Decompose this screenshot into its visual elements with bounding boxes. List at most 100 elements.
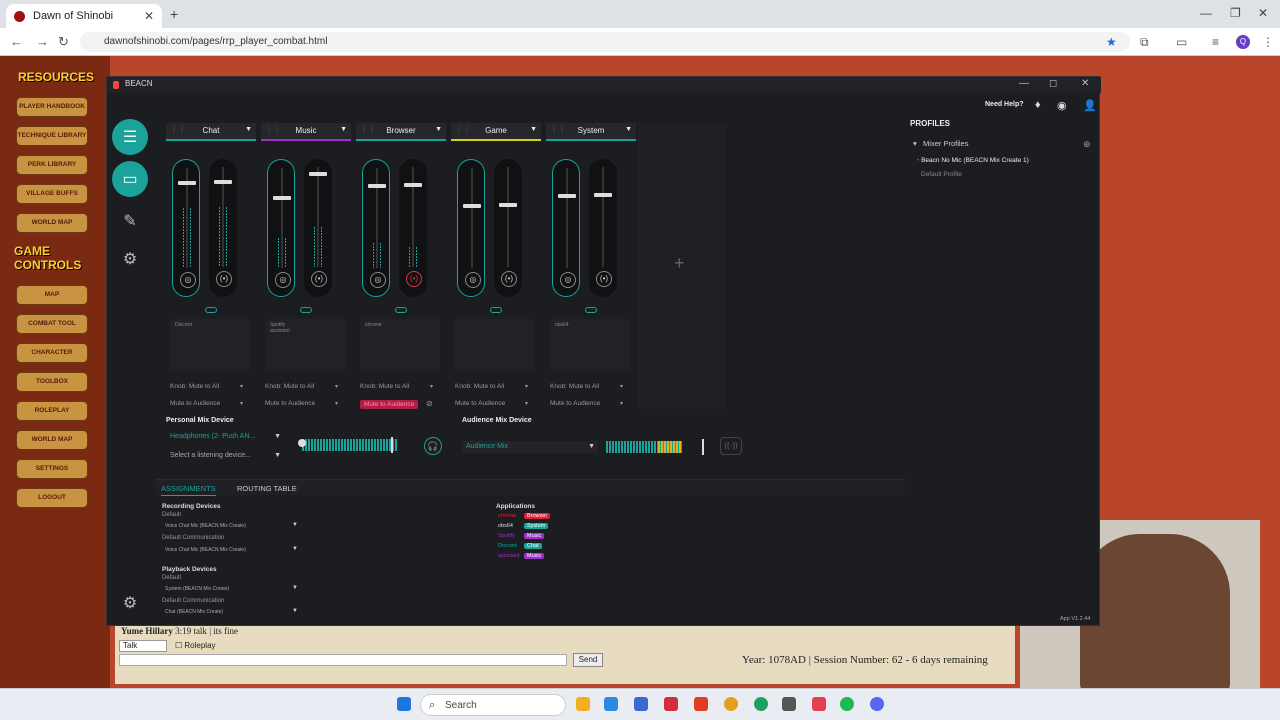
personal-fader[interactable]: ◎ <box>267 159 295 297</box>
link-icon[interactable] <box>395 307 407 313</box>
knob-option-select[interactable]: Knob: Mute to All ▾ <box>170 383 243 390</box>
beacn-minimize-icon[interactable]: — <box>1019 78 1029 89</box>
channel-header[interactable]: ⋮⋮ Game ▼ <box>451 123 541 139</box>
fader-knob[interactable] <box>558 194 576 198</box>
play-default-select[interactable]: System (BEACN Mix Create) ▼ <box>162 584 300 594</box>
res-item[interactable]: WORLD MAP <box>16 213 88 233</box>
tab-assignments[interactable]: ASSIGNMENTS <box>161 484 216 496</box>
nav-devices-icon[interactable]: ▭ <box>112 161 148 197</box>
broadcast-icon[interactable]: (•) <box>216 271 232 287</box>
drag-handle-icon[interactable]: ⋮⋮ <box>360 125 376 134</box>
broadcast-icon[interactable]: ((·)) <box>720 437 742 455</box>
res-item[interactable]: PERK LIBRARY <box>16 155 88 175</box>
application-row[interactable]: assistant Music <box>498 553 545 559</box>
profile-avatar[interactable]: Q <box>1236 35 1250 49</box>
add-channel-button[interactable]: + <box>638 123 726 409</box>
application-row[interactable]: obs64 System <box>498 523 549 529</box>
send-button[interactable]: Send <box>573 653 603 667</box>
fader-knob[interactable] <box>309 172 327 176</box>
fader-knob[interactable] <box>214 180 232 184</box>
tab-routing-table[interactable]: ROUTING TABLE <box>237 484 297 493</box>
audience-device-select[interactable]: Audience Mix ▼ <box>462 441 598 453</box>
mute-option-select[interactable]: Mute to Audience ▾ <box>170 400 243 407</box>
maximize-icon[interactable]: ❐ <box>1230 6 1241 20</box>
nav-settings-icon[interactable]: ⚙ <box>112 241 148 277</box>
store-icon[interactable] <box>634 697 648 711</box>
nav-edit-icon[interactable]: ✎ <box>112 203 148 239</box>
discord-icon[interactable]: ◉ <box>1057 99 1067 112</box>
channel-header[interactable]: ⋮⋮ Chat ▼ <box>166 123 256 139</box>
knob-option-select[interactable]: Knob: Mute to All ▾ <box>550 383 623 390</box>
chevron-down-icon[interactable]: ▼ <box>625 126 632 133</box>
ctl-item[interactable]: ROLEPLAY <box>16 401 88 421</box>
link-icon[interactable] <box>490 307 502 313</box>
broadcast-icon[interactable]: (•) <box>311 271 327 287</box>
copilot-icon[interactable] <box>604 697 618 711</box>
back-icon[interactable]: ← <box>10 34 23 49</box>
channel-header[interactable]: ⋮⋮ Browser ▼ <box>356 123 446 139</box>
spotify-icon[interactable] <box>840 697 854 711</box>
mute-option-select[interactable]: Mute to Audience ▾ <box>455 400 528 407</box>
application-row[interactable]: Discord Chat <box>498 543 542 549</box>
mute-option-select[interactable]: Mute to Audience ▾ <box>550 400 623 407</box>
app-icon[interactable] <box>664 697 678 711</box>
browser-icon[interactable] <box>754 697 768 711</box>
block-icon[interactable]: ⊘ <box>426 399 433 408</box>
drag-handle-icon[interactable]: ⋮⋮ <box>265 125 281 134</box>
app-icon[interactable] <box>694 697 708 711</box>
ctl-item[interactable]: MAP <box>16 285 88 305</box>
chrome-icon[interactable] <box>724 697 738 711</box>
link-icon[interactable] <box>300 307 312 313</box>
application-row[interactable]: chrome Browser <box>498 513 551 519</box>
audience-fader[interactable]: (•) <box>589 159 617 297</box>
personal-fader[interactable]: ◎ <box>457 159 485 297</box>
fader-knob[interactable] <box>463 204 481 208</box>
mute-option-select[interactable]: Mute to Audience <box>360 400 419 409</box>
audience-fader[interactable]: (•) <box>494 159 522 297</box>
menu-icon[interactable]: ⋮ <box>1262 35 1274 49</box>
fader-knob[interactable] <box>273 196 291 200</box>
fader-knob[interactable] <box>178 181 196 185</box>
link-icon[interactable] <box>585 307 597 313</box>
profile-item[interactable]: • Beacn No Mic (BEACN Mix Create 1) <box>917 157 1093 164</box>
mic-icon[interactable]: ♦ <box>1035 99 1041 111</box>
nav-mixer-icon[interactable]: ☰ <box>112 119 148 155</box>
user-icon[interactable]: 👤 <box>1083 99 1097 112</box>
drag-handle-icon[interactable]: ⋮⋮ <box>550 125 566 134</box>
chevron-down-icon[interactable]: ▼ <box>435 126 442 133</box>
sidepanel-icon[interactable]: ▭ <box>1176 35 1187 49</box>
fader-knob[interactable] <box>594 193 612 197</box>
broadcast-icon[interactable]: (•) <box>501 271 517 287</box>
broadcast-icon[interactable]: (•) <box>406 271 422 287</box>
fader-knob[interactable] <box>368 184 386 188</box>
fader-knob[interactable] <box>499 203 517 207</box>
headphones-icon[interactable]: ◎ <box>370 272 386 288</box>
add-profile-icon[interactable]: ⊕ <box>1083 139 1091 150</box>
app-icon[interactable] <box>782 697 796 711</box>
url-field[interactable]: dawnofshinobi.com/pages/rrp_player_comba… <box>80 32 1130 52</box>
res-item[interactable]: VILLAGE BUFFS <box>16 184 88 204</box>
headphones-icon[interactable]: 🎧 <box>424 437 442 455</box>
headphones-icon[interactable]: ◎ <box>275 272 291 288</box>
discord-taskbar-icon[interactable] <box>870 697 884 711</box>
knob-option-select[interactable]: Knob: Mute to All ▾ <box>360 383 433 390</box>
reading-list-icon[interactable]: ≡ <box>1212 35 1219 49</box>
audience-fader[interactable]: (•) <box>304 159 332 297</box>
application-row[interactable]: Spotify Music <box>498 533 545 539</box>
res-item[interactable]: TECHNIQUE LIBRARY <box>16 126 88 146</box>
personal-fader[interactable]: ◎ <box>362 159 390 297</box>
play-comm-select[interactable]: Chat (BEACN Mix Create) ▼ <box>162 607 300 617</box>
beacn-maximize-icon[interactable]: ◻ <box>1049 78 1057 89</box>
audience-fader[interactable]: (•) <box>209 159 237 297</box>
ctl-item[interactable]: LOGOUT <box>16 488 88 508</box>
link-icon[interactable] <box>205 307 217 313</box>
personal-fader[interactable]: ◎ <box>552 159 580 297</box>
audience-fader[interactable]: (•) <box>399 159 427 297</box>
taskbar-search[interactable]: ⌕ Search <box>420 694 566 716</box>
personal-device-select[interactable]: Headphones (2- Push AN... ▼ <box>166 431 284 443</box>
drag-handle-icon[interactable]: ⋮⋮ <box>455 125 471 134</box>
drag-handle-icon[interactable]: ⋮⋮ <box>170 125 186 134</box>
minimize-icon[interactable]: — <box>1200 6 1212 20</box>
need-help-link[interactable]: Need Help? <box>985 101 1024 108</box>
personal-fader[interactable]: ◎ <box>172 159 200 297</box>
